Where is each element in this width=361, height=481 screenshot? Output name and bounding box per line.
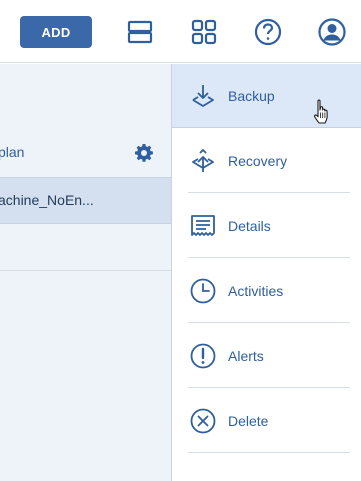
details-label: Details bbox=[228, 218, 271, 234]
activities-action[interactable]: Activities bbox=[172, 259, 361, 323]
plan-label: plan bbox=[0, 144, 25, 160]
delete-label: Delete bbox=[228, 413, 269, 429]
hand-pointer-cursor-icon bbox=[313, 99, 331, 125]
details-icon bbox=[189, 212, 217, 240]
recovery-icon bbox=[189, 147, 217, 175]
delete-action[interactable]: Delete bbox=[172, 389, 361, 453]
divider bbox=[188, 452, 350, 453]
backup-icon bbox=[189, 82, 217, 110]
activities-label: Activities bbox=[228, 283, 284, 299]
recovery-label: Recovery bbox=[228, 153, 288, 169]
grid-view-icon[interactable] bbox=[189, 17, 219, 47]
divider bbox=[188, 322, 350, 323]
divider bbox=[188, 192, 350, 193]
divider bbox=[188, 387, 350, 388]
actions-panel: Backup Recovery Details Activities Alert… bbox=[171, 64, 361, 481]
add-button[interactable]: ADD bbox=[20, 16, 92, 48]
alerts-icon bbox=[189, 342, 217, 370]
alerts-label: Alerts bbox=[228, 348, 264, 364]
activities-clock-icon bbox=[189, 277, 217, 305]
delete-icon bbox=[189, 407, 217, 435]
help-icon[interactable] bbox=[253, 17, 283, 47]
top-toolbar: ADD bbox=[0, 0, 361, 63]
alerts-action[interactable]: Alerts bbox=[172, 324, 361, 388]
divider bbox=[188, 257, 350, 258]
recovery-action[interactable]: Recovery bbox=[172, 129, 361, 193]
machine-row[interactable]: achine_NoEn... bbox=[0, 177, 171, 224]
machine-name: achine_NoEn... bbox=[0, 192, 94, 208]
details-action[interactable]: Details bbox=[172, 194, 361, 258]
backup-action[interactable]: Backup bbox=[172, 64, 361, 128]
rows-view-icon[interactable] bbox=[125, 17, 155, 47]
gear-icon[interactable] bbox=[134, 143, 154, 163]
plan-row: plan bbox=[0, 133, 171, 173]
list-row-empty bbox=[0, 224, 171, 271]
plans-pane: plan achine_NoEn... bbox=[0, 64, 171, 481]
backup-label: Backup bbox=[228, 88, 275, 104]
account-icon[interactable] bbox=[317, 17, 347, 47]
